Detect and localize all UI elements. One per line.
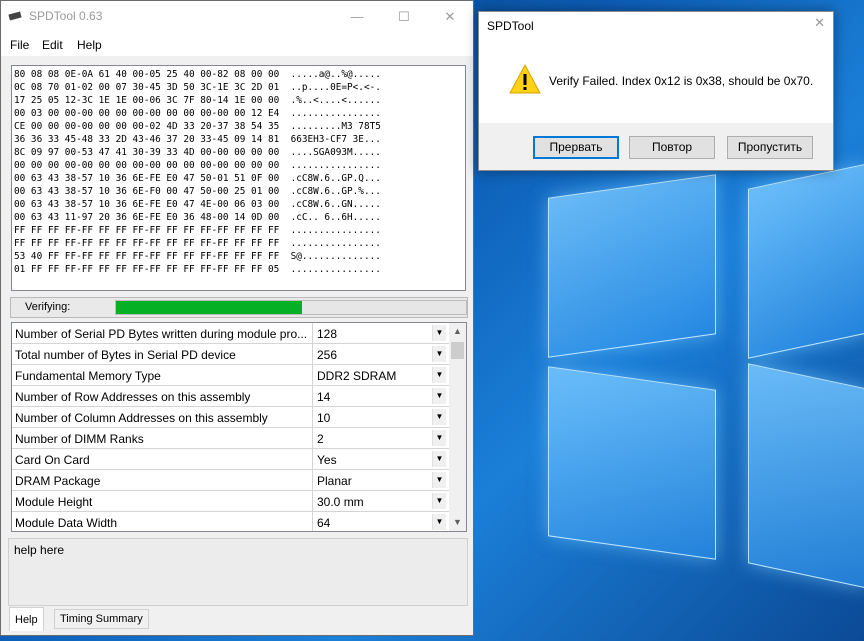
hex-line: 00 03 00 00-00 00 00 00-00 00 00 00-00 0… [14, 108, 381, 119]
tab-timing-summary[interactable]: Timing Summary [54, 609, 149, 629]
property-value[interactable]: 14 [314, 386, 432, 406]
hex-line: 36 36 33 45-48 33 2D 43-46 37 20 33-45 0… [14, 134, 381, 145]
property-value[interactable]: Planar [314, 470, 432, 490]
chevron-down-icon[interactable]: ▼ [432, 472, 446, 488]
property-row[interactable]: Number of DIMM Ranks 2 ▼ [12, 428, 449, 449]
hex-line: 00 00 00 00-00 00 00 00-00 00 00 00-00 0… [14, 160, 381, 171]
property-name: Number of DIMM Ranks [12, 428, 313, 448]
close-button[interactable]: ✕ [427, 1, 473, 32]
scroll-up-icon[interactable]: ▲ [449, 323, 466, 340]
property-row[interactable]: Module Data Width 64 ▼ [12, 512, 449, 531]
chevron-down-icon[interactable]: ▼ [432, 514, 446, 530]
hex-line: FF FF FF FF-FF FF FF FF-FF FF FF FF-FF F… [14, 238, 381, 249]
property-name: Module Height [12, 491, 313, 511]
property-row[interactable]: Card On Card Yes ▼ [12, 449, 449, 470]
hex-line: 53 40 FF FF-FF FF FF FF-FF FF FF FF-FF F… [14, 251, 381, 262]
vertical-scrollbar[interactable]: ▲ ▼ [449, 323, 466, 531]
property-name: Number of Serial PD Bytes written during… [12, 323, 313, 343]
help-panel: help here [8, 538, 468, 606]
scroll-thumb[interactable] [451, 342, 464, 359]
property-name: Module Data Width [12, 512, 313, 531]
help-text: help here [14, 543, 65, 557]
hex-line: 00 63 43 11-97 20 36 6E-FE E0 36 48-00 1… [14, 212, 381, 223]
chevron-down-icon[interactable]: ▼ [432, 367, 446, 383]
bottom-tabs: Help Timing Summary [9, 607, 469, 631]
hex-line: CE 00 00 00-00 00 00 00-02 4D 33 20-37 3… [14, 121, 381, 132]
hex-line: 01 FF FF FF-FF FF FF FF-FF FF FF FF-FF F… [14, 264, 381, 275]
wallpaper-pane [748, 163, 864, 359]
chevron-down-icon[interactable]: ▼ [432, 346, 446, 362]
property-name: Fundamental Memory Type [12, 365, 313, 385]
wallpaper-pane [748, 363, 864, 589]
hex-line: FF FF FF FF-FF FF FF FF-FF FF FF FF-FF F… [14, 225, 381, 236]
property-name: Number of Column Addresses on this assem… [12, 407, 313, 427]
property-value[interactable]: 128 [314, 323, 432, 343]
title-bar[interactable]: SPDTool 0.63 — ☐ ✕ [1, 1, 473, 32]
dialog-close-button[interactable]: ✕ [814, 15, 825, 31]
property-name: Number of Row Addresses on this assembly [12, 386, 313, 406]
property-row[interactable]: Fundamental Memory Type DDR2 SDRAM ▼ [12, 365, 449, 386]
hex-line: 8C 09 97 00-53 47 41 30-39 33 4D 00-00 0… [14, 147, 381, 158]
chevron-down-icon[interactable]: ▼ [432, 493, 446, 509]
menu-bar: File Edit Help [1, 32, 473, 56]
wallpaper-pane [548, 174, 716, 358]
spd-property-grid: Number of Serial PD Bytes written during… [11, 322, 467, 532]
minimize-button[interactable]: — [334, 1, 380, 32]
dialog-title: SPDTool [487, 19, 534, 33]
chevron-down-icon[interactable]: ▼ [432, 388, 446, 404]
hex-line: 00 63 43 38-57 10 36 6E-FE E0 47 50-01 5… [14, 173, 381, 184]
verify-error-dialog: SPDTool ✕ Verify Failed. Index 0x12 is 0… [478, 11, 834, 171]
chip-icon [8, 11, 22, 21]
menu-edit[interactable]: Edit [42, 38, 63, 52]
property-value[interactable]: Yes [314, 449, 432, 469]
hex-line: 17 25 05 12-3C 1E 1E 00-06 3C 7F 80-14 1… [14, 95, 381, 106]
menu-help[interactable]: Help [77, 38, 102, 52]
chevron-down-icon[interactable]: ▼ [432, 325, 446, 341]
property-value[interactable]: 256 [314, 344, 432, 364]
abort-button[interactable]: Прервать [533, 136, 619, 159]
warning-icon [509, 63, 541, 94]
dialog-button-bar: Прервать Повтор Пропустить [479, 123, 833, 170]
property-name: DRAM Package [12, 470, 313, 490]
property-row[interactable]: Module Height 30.0 mm ▼ [12, 491, 449, 512]
property-value[interactable]: DDR2 SDRAM [314, 365, 432, 385]
property-row[interactable]: Number of Serial PD Bytes written during… [12, 323, 449, 344]
hex-dump-view[interactable]: 80 08 08 0E-0A 61 40 00-05 25 40 00-82 0… [11, 65, 466, 291]
property-row[interactable]: Number of Row Addresses on this assembly… [12, 386, 449, 407]
property-row[interactable]: DRAM Package Planar ▼ [12, 470, 449, 491]
spdtool-window: SPDTool 0.63 — ☐ ✕ File Edit Help 80 08 … [0, 0, 474, 636]
wallpaper-pane [548, 366, 716, 560]
property-value[interactable]: 30.0 mm [314, 491, 432, 511]
chevron-down-icon[interactable]: ▼ [432, 430, 446, 446]
property-value[interactable]: 2 [314, 428, 432, 448]
progress-fill [116, 301, 302, 314]
window-title: SPDTool 0.63 [29, 9, 103, 23]
menu-file[interactable]: File [10, 38, 29, 52]
verify-progress-bar [115, 300, 467, 315]
chevron-down-icon[interactable]: ▼ [432, 409, 446, 425]
hex-line: 00 63 43 38-57 10 36 6E-FE E0 47 4E-00 0… [14, 199, 381, 210]
property-value[interactable]: 10 [314, 407, 432, 427]
property-value[interactable]: 64 [314, 512, 432, 531]
retry-button[interactable]: Повтор [629, 136, 715, 159]
chevron-down-icon[interactable]: ▼ [432, 451, 446, 467]
property-name: Total number of Bytes in Serial PD devic… [12, 344, 313, 364]
scroll-down-icon[interactable]: ▼ [449, 514, 466, 531]
maximize-button[interactable]: ☐ [381, 1, 427, 32]
hex-line: 0C 08 70 01-02 00 07 30-45 3D 50 3C-1E 3… [14, 82, 381, 93]
hex-line: 00 63 43 38-57 10 36 6E-F0 00 47 50-00 2… [14, 186, 381, 197]
tab-help[interactable]: Help [9, 607, 44, 631]
ignore-button[interactable]: Пропустить [727, 136, 813, 159]
status-row: Verifying: [10, 297, 468, 318]
property-row[interactable]: Total number of Bytes in Serial PD devic… [12, 344, 449, 365]
property-row[interactable]: Number of Column Addresses on this assem… [12, 407, 449, 428]
status-label: Verifying: [25, 301, 71, 313]
hex-line: 80 08 08 0E-0A 61 40 00-05 25 40 00-82 0… [14, 69, 381, 80]
property-name: Card On Card [12, 449, 313, 469]
dialog-message: Verify Failed. Index 0x12 is 0x38, shoul… [549, 74, 814, 88]
